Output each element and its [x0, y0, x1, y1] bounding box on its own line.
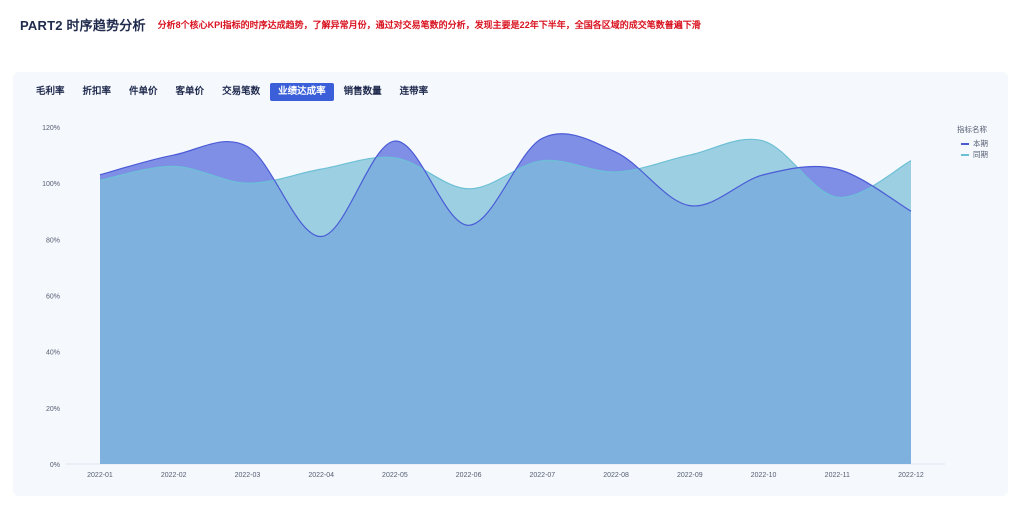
legend-item-current[interactable]: 本期	[961, 138, 988, 149]
x-tick-label: 2022-12	[898, 472, 924, 479]
x-tick-label: 2022-06	[456, 472, 482, 479]
legend-label-previous: 同期	[973, 150, 988, 159]
legend-swatch-current	[961, 142, 969, 145]
x-tick-label: 2022-04	[308, 472, 334, 479]
legend-swatch-previous	[961, 153, 969, 156]
x-tick-label: 2022-08	[603, 472, 629, 479]
legend-title: 指标名称	[957, 125, 987, 134]
x-tick-label: 2022-02	[161, 472, 187, 479]
x-tick-label: 2022-07	[530, 472, 556, 479]
x-tick-label: 2022-03	[235, 472, 261, 479]
y-tick-label: 60%	[46, 294, 60, 301]
area-chart: 0% 20% 40% 60% 80% 100% 120% 2022-01 2022-02 2022…	[42, 125, 945, 479]
legend-label-current: 本期	[973, 139, 988, 148]
y-tick-label: 0%	[50, 462, 60, 469]
y-tick-label: 80%	[46, 237, 60, 244]
x-tick-label: 2022-09	[677, 472, 703, 479]
x-tick-label: 2022-11	[825, 472, 850, 479]
y-tick-label: 20%	[46, 406, 60, 413]
legend-item-previous[interactable]: 同期	[961, 149, 988, 160]
series-overlap-area	[100, 139, 911, 464]
x-tick-label: 2022-01	[87, 472, 113, 479]
y-tick-label: 40%	[46, 350, 60, 357]
x-tick-label: 2022-10	[751, 472, 777, 479]
y-tick-label: 120%	[42, 125, 60, 132]
chart-legend: 指标名称 本期 同期	[957, 124, 988, 160]
x-tick-label: 2022-05	[382, 472, 408, 479]
y-tick-label: 100%	[42, 181, 60, 188]
